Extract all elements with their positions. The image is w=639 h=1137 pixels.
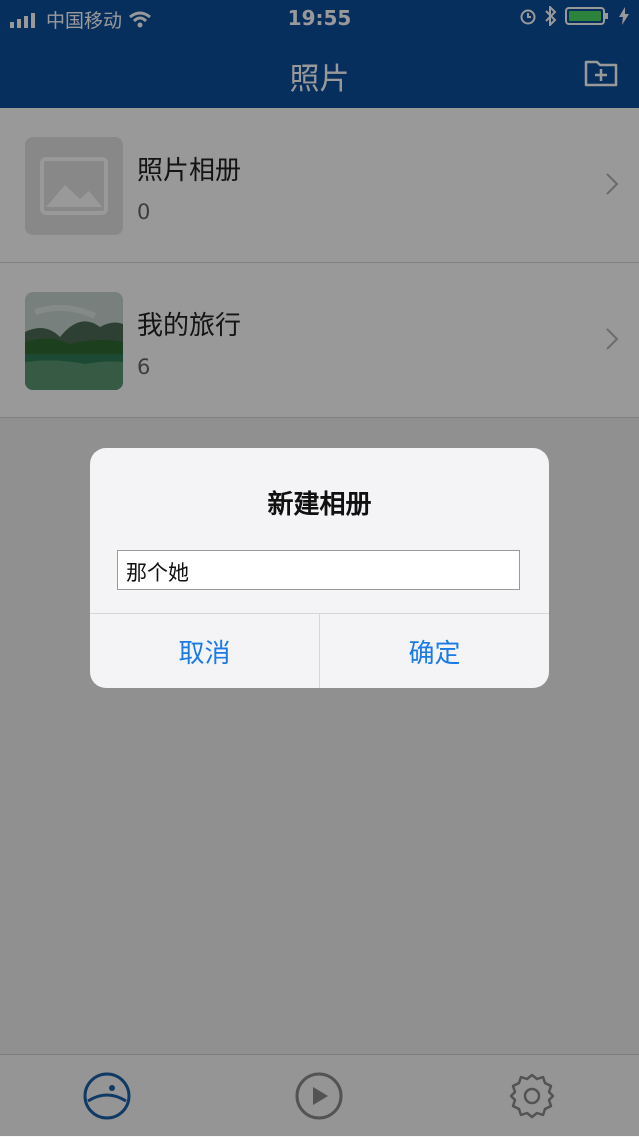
album-name-input[interactable]: 那个她 <box>117 550 520 590</box>
confirm-button[interactable]: 确定 <box>320 614 549 688</box>
new-album-dialog: 新建相册 那个她 取消 确定 <box>90 448 549 688</box>
dialog-buttons: 取消 确定 <box>90 613 549 688</box>
cancel-button[interactable]: 取消 <box>90 614 320 688</box>
dialog-title: 新建相册 <box>267 490 372 520</box>
